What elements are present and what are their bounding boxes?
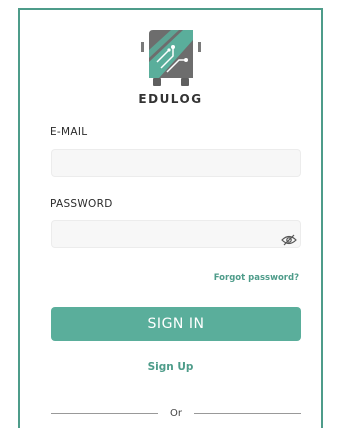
password-field[interactable]	[51, 220, 301, 248]
brand-header: EDULOG	[20, 28, 321, 106]
sign-in-button[interactable]: SIGN IN	[51, 307, 301, 341]
divider-line-left	[51, 413, 159, 414]
eye-off-icon[interactable]	[281, 234, 297, 246]
sign-up-link[interactable]: Sign Up	[20, 361, 321, 373]
email-field[interactable]	[51, 149, 301, 177]
forgot-password-link[interactable]: Forgot password?	[214, 273, 299, 283]
or-divider: Or	[51, 408, 302, 419]
login-card: EDULOG E-MAIL PASSWORD Forgot password? …	[18, 8, 323, 428]
bus-circuit-logo-icon	[140, 30, 201, 86]
email-label: E-MAIL	[50, 126, 88, 138]
divider-text: Or	[170, 408, 182, 419]
divider-line-right	[194, 413, 302, 414]
password-label: PASSWORD	[50, 198, 113, 210]
brand-name: EDULOG	[138, 92, 203, 106]
